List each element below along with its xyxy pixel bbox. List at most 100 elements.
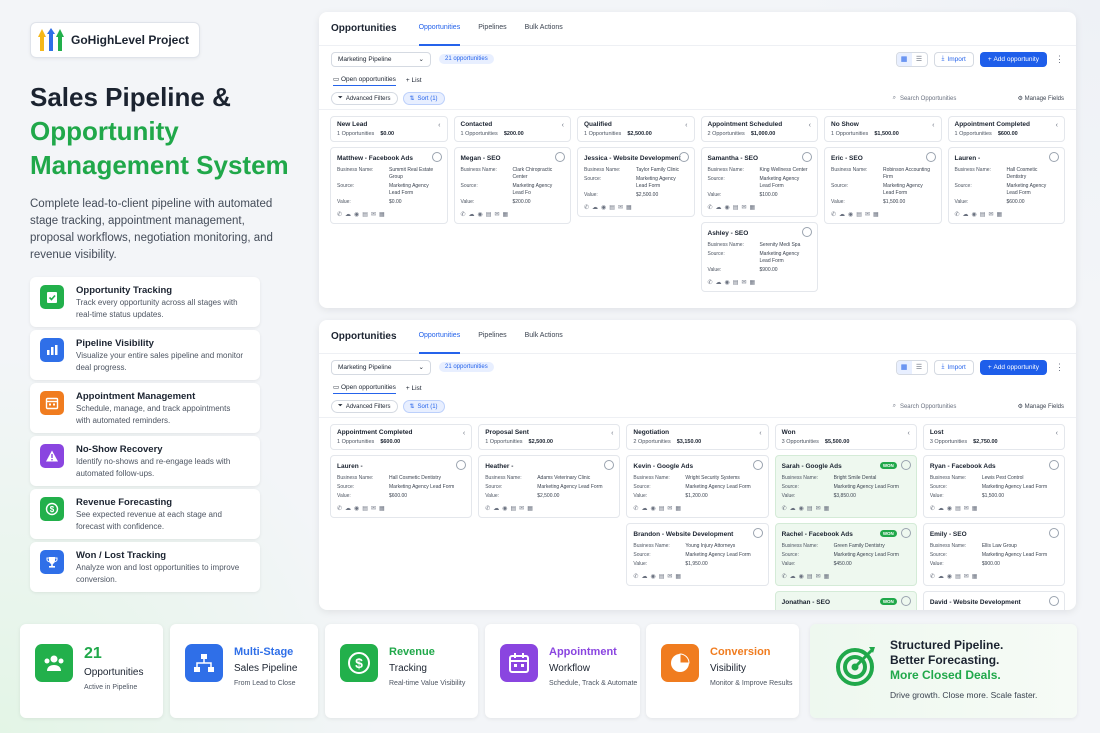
avatar-icon[interactable] (678, 152, 689, 162)
avatar-icon[interactable] (802, 227, 812, 237)
pipeline-select[interactable]: Marketing Pipeline ⌄ (331, 51, 431, 67)
subtab-list[interactable]: + List (406, 77, 422, 84)
chat-icon[interactable]: ☁ (963, 211, 969, 219)
tag-icon[interactable]: ◉ (725, 204, 730, 212)
tab-opportunities[interactable]: Opportunities (418, 320, 461, 354)
collapse-icon[interactable]: ‹ (809, 122, 811, 129)
note-icon[interactable]: ▤ (733, 204, 739, 212)
opportunity-card[interactable]: Lauren - Business Name: Hall Cosmetic Den… (947, 147, 1065, 224)
opportunity-card[interactable]: Kevin - Google Ads Business Name: Wright … (626, 455, 769, 518)
opportunity-card[interactable]: Eric - SEO Business Name: Robinson Accoun… (824, 147, 942, 224)
mail-icon[interactable]: ✉ (988, 211, 993, 219)
tag-icon[interactable]: ◉ (848, 211, 853, 219)
phone-icon[interactable]: ✆ (337, 211, 342, 219)
collapse-icon[interactable]: ‹ (932, 122, 934, 129)
phone-icon[interactable]: ✆ (584, 204, 589, 212)
note-icon[interactable]: ▤ (807, 573, 813, 581)
calendar-icon[interactable]: ▦ (996, 211, 1002, 219)
chat-icon[interactable]: ☁ (641, 505, 647, 513)
avatar-icon[interactable] (555, 152, 565, 162)
phone-icon[interactable]: ✆ (708, 279, 713, 287)
more-options-icon[interactable]: ⋮ (1055, 362, 1064, 373)
avatar-icon[interactable] (900, 596, 911, 606)
add-opportunity-button[interactable]: + Add opportunity (979, 51, 1047, 67)
avatar-icon[interactable] (1049, 596, 1060, 606)
collapse-icon[interactable]: ‹ (463, 430, 465, 437)
avatar-icon[interactable] (925, 152, 936, 162)
more-options-icon[interactable]: ⋮ (1055, 54, 1064, 65)
mail-icon[interactable]: ✉ (519, 505, 524, 513)
tag-icon[interactable]: ◉ (799, 573, 804, 581)
chat-icon[interactable]: ☁ (790, 505, 796, 513)
avatar-icon[interactable] (802, 152, 812, 162)
mail-icon[interactable]: ✉ (618, 204, 623, 212)
tag-icon[interactable]: ◉ (478, 211, 483, 219)
mail-icon[interactable]: ✉ (964, 573, 969, 581)
chat-icon[interactable]: ☁ (938, 573, 944, 581)
opportunity-card[interactable]: Rachel - Facebook Ads WON Business Name:… (774, 523, 917, 586)
phone-icon[interactable]: ✆ (782, 505, 787, 513)
note-icon[interactable]: ▤ (955, 505, 961, 513)
calendar-icon[interactable]: ▦ (675, 573, 681, 581)
phone-icon[interactable]: ✆ (633, 573, 638, 581)
note-icon[interactable]: ▤ (807, 505, 813, 513)
tab-pipelines[interactable]: Pipelines (478, 12, 506, 46)
chat-icon[interactable]: ☁ (716, 279, 722, 287)
tag-icon[interactable]: ◉ (650, 573, 655, 581)
phone-icon[interactable]: ✆ (930, 573, 935, 581)
collapse-icon[interactable]: ‹ (1056, 122, 1058, 129)
tag-icon[interactable]: ◉ (354, 505, 359, 513)
tag-icon[interactable]: ◉ (725, 279, 730, 287)
tag-icon[interactable]: ◉ (601, 204, 606, 212)
tab-bulk-actions[interactable]: Bulk Actions (525, 320, 563, 354)
collapse-icon[interactable]: ‹ (611, 430, 613, 437)
grid-view-icon[interactable]: ▦ (896, 360, 912, 374)
chat-icon[interactable]: ☁ (493, 505, 499, 513)
chat-icon[interactable]: ☁ (716, 204, 722, 212)
collapse-icon[interactable]: ‹ (759, 430, 761, 437)
tab-bulk-actions[interactable]: Bulk Actions (525, 12, 563, 46)
opportunity-card[interactable]: Jessica - Website Development Business N… (577, 147, 695, 217)
opportunity-card[interactable]: Matthew - Facebook Ads Business Name: Sum… (330, 147, 448, 224)
avatar-icon[interactable] (752, 460, 763, 470)
avatar-icon[interactable] (752, 528, 763, 538)
note-icon[interactable]: ▤ (362, 505, 368, 513)
mail-icon[interactable]: ✉ (816, 573, 821, 581)
phone-icon[interactable]: ✆ (955, 211, 960, 219)
calendar-icon[interactable]: ▦ (379, 211, 385, 219)
phone-icon[interactable]: ✆ (831, 211, 836, 219)
calendar-icon[interactable]: ▦ (749, 279, 755, 287)
mail-icon[interactable]: ✉ (865, 211, 870, 219)
note-icon[interactable]: ▤ (856, 211, 862, 219)
note-icon[interactable]: ▤ (609, 204, 615, 212)
mail-icon[interactable]: ✉ (494, 211, 499, 219)
tag-icon[interactable]: ◉ (947, 573, 952, 581)
add-opportunity-button[interactable]: + Add opportunity (979, 359, 1047, 375)
search-input[interactable]: ⌕ Search Opportunities (893, 403, 1003, 410)
tag-icon[interactable]: ◉ (354, 211, 359, 219)
calendar-icon[interactable]: ▦ (749, 204, 755, 212)
phone-icon[interactable]: ✆ (930, 505, 935, 513)
advanced-filters-button[interactable]: ⏷ Advanced Filters (331, 400, 398, 413)
mail-icon[interactable]: ✉ (816, 505, 821, 513)
calendar-icon[interactable]: ▦ (675, 505, 681, 513)
calendar-icon[interactable]: ▦ (379, 505, 385, 513)
phone-icon[interactable]: ✆ (485, 505, 490, 513)
note-icon[interactable]: ▤ (510, 505, 516, 513)
tab-pipelines[interactable]: Pipelines (478, 320, 506, 354)
mail-icon[interactable]: ✉ (964, 505, 969, 513)
opportunity-card[interactable]: Megan - SEO Business Name: Clark Chiropra… (453, 147, 571, 224)
calendar-icon[interactable]: ▦ (626, 204, 632, 212)
sort-button[interactable]: ⇅ Sort (1) (402, 400, 445, 413)
avatar-icon[interactable] (1049, 460, 1060, 470)
mail-icon[interactable]: ✉ (667, 505, 672, 513)
chat-icon[interactable]: ☁ (938, 505, 944, 513)
list-view-icon[interactable]: ☰ (912, 361, 927, 374)
chat-icon[interactable]: ☁ (641, 573, 647, 581)
opportunity-card[interactable]: Lauren - Business Name: Hall Cosmetic Den… (330, 455, 473, 518)
search-input[interactable]: ⌕ Search Opportunities (893, 95, 1003, 102)
calendar-icon[interactable]: ▦ (873, 211, 879, 219)
collapse-icon[interactable]: ‹ (685, 122, 687, 129)
calendar-icon[interactable]: ▦ (527, 505, 533, 513)
opportunity-card[interactable]: Ryan - Facebook Ads Business Name: Lewis … (922, 455, 1066, 518)
